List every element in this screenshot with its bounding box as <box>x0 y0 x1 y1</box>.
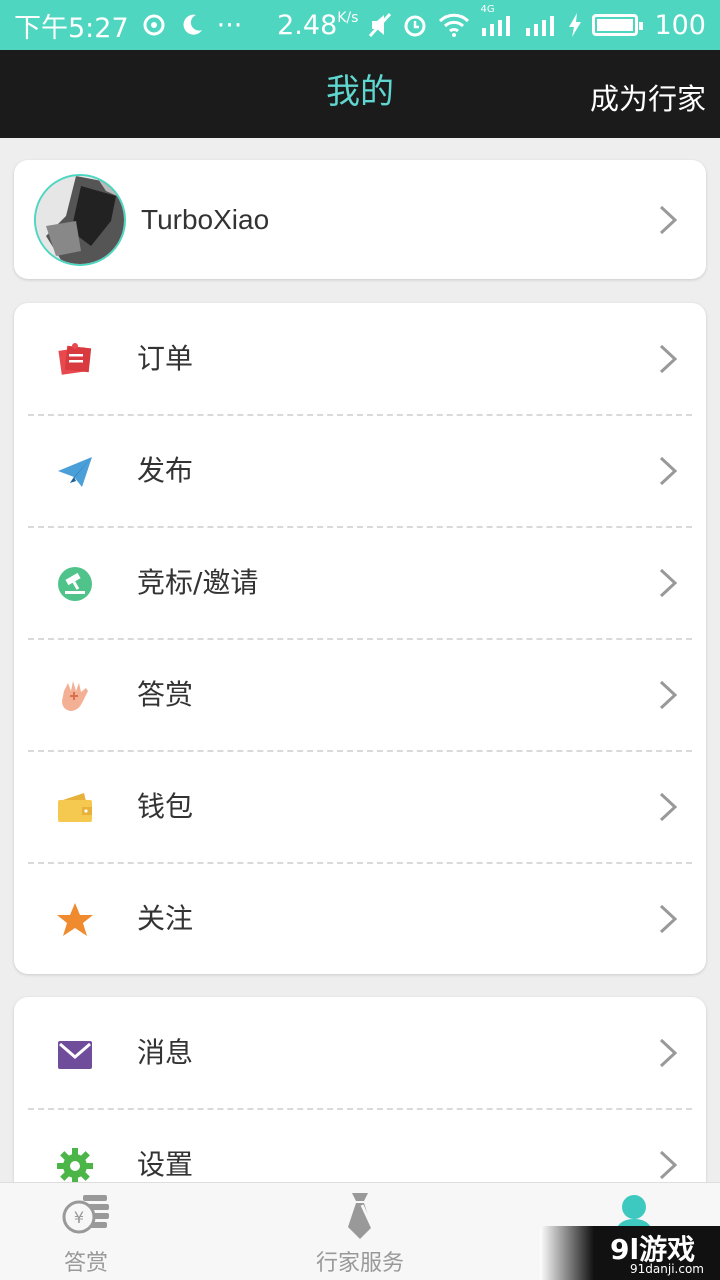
svg-text:¥: ¥ <box>74 1208 84 1227</box>
chevron-right-icon <box>659 456 678 486</box>
app-header: 我的 成为行家 <box>0 50 720 138</box>
menu-item-label: 关注 <box>137 902 194 935</box>
menu-item-label: 发布 <box>137 454 194 487</box>
speed-unit: K/s <box>337 9 359 26</box>
menu-item-follow[interactable]: 关注 <box>14 863 706 974</box>
site-watermark: 9l游戏 91danji.com <box>540 1226 720 1280</box>
chevron-right-icon <box>659 1150 678 1180</box>
chevron-right-icon <box>659 792 678 822</box>
chevron-right-icon <box>659 904 678 934</box>
tab-expert-service[interactable]: 行家服务 <box>274 1183 446 1280</box>
profile-card[interactable]: TurboXiao <box>14 160 706 279</box>
gavel-icon <box>58 567 92 601</box>
watermark-url: 91danji.com <box>630 1262 704 1276</box>
star-icon <box>57 903 93 936</box>
mute-icon <box>368 12 392 38</box>
menu-item-label: 钱包 <box>137 790 194 823</box>
moon-icon <box>179 12 205 38</box>
paper-plane-icon <box>58 457 92 487</box>
gear-icon <box>57 1148 93 1184</box>
chevron-right-icon <box>659 205 678 235</box>
menu-item-label: 答赏 <box>137 678 194 711</box>
tab-label: 行家服务 <box>315 1251 404 1276</box>
tie-icon <box>348 1193 376 1239</box>
network-type: 4G <box>480 4 495 15</box>
status-time: 下午5:27 <box>14 12 129 44</box>
chevron-right-icon <box>659 344 678 374</box>
menu-item-wallet[interactable]: 钱包 <box>14 751 706 863</box>
signal-4g-icon: 4G <box>480 4 514 38</box>
status-bar: 下午5:27 ··· 2.48K/s 4G 100 <box>0 0 720 50</box>
menu-item-bid-invite[interactable]: 竞标/邀请 <box>14 527 706 639</box>
menu-item-publish[interactable]: 发布 <box>14 415 706 527</box>
signal-icon <box>524 12 558 38</box>
chevron-right-icon <box>659 568 678 598</box>
menu-group-main: 订单 发布 竞标/邀请 答赏 钱包 关注 <box>14 303 706 974</box>
charging-icon <box>568 12 582 38</box>
chevron-right-icon <box>659 1038 678 1068</box>
mail-icon <box>58 1041 92 1069</box>
menu-item-messages[interactable]: 消息 <box>14 997 706 1109</box>
network-speed: 2.48K/s <box>277 9 359 41</box>
weibo-icon <box>141 12 167 38</box>
coins-icon: ¥ <box>62 1195 109 1234</box>
menu-item-label: 消息 <box>137 1036 194 1069</box>
avatar[interactable] <box>34 174 126 266</box>
menu-group-secondary: 消息 设置 <box>14 997 706 1197</box>
tab-reward[interactable]: ¥ 答赏 <box>0 1183 172 1280</box>
wifi-icon <box>438 12 470 38</box>
username: TurboXiao <box>141 204 270 235</box>
wallet-icon <box>58 793 92 822</box>
menu-item-orders[interactable]: 订单 <box>14 303 706 415</box>
menu-item-label: 竞标/邀请 <box>137 566 259 599</box>
battery-level: 100 <box>654 9 706 41</box>
hand-icon <box>62 681 88 711</box>
become-expert-button[interactable]: 成为行家 <box>590 50 706 138</box>
tab-label: 答赏 <box>63 1251 108 1276</box>
menu-item-label: 订单 <box>137 342 194 375</box>
status-more: ··· <box>216 9 243 41</box>
chevron-right-icon <box>659 680 678 710</box>
battery-icon <box>592 14 644 36</box>
alarm-icon <box>402 12 428 38</box>
menu-item-reward[interactable]: 答赏 <box>14 639 706 751</box>
order-icon <box>58 343 92 375</box>
